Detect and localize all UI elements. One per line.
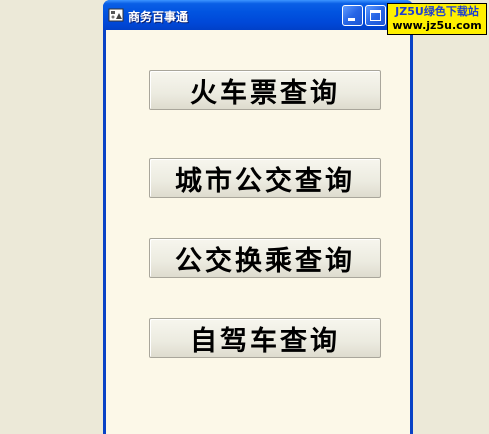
watermark-url: www.jz5u.com: [392, 19, 482, 32]
maximize-button[interactable]: [365, 5, 386, 26]
window-title: 商务百事通: [128, 10, 189, 24]
window-client-area: 火车票查询 城市公交查询 公交换乘查询 自驾车查询: [106, 30, 410, 434]
bus-transfer-query-button[interactable]: 公交换乘查询: [149, 238, 381, 278]
minimize-icon: [348, 18, 355, 21]
city-bus-query-label: 城市公交查询: [175, 165, 355, 197]
title-bar[interactable]: 商务百事通: [103, 0, 413, 30]
minimize-button[interactable]: [342, 5, 363, 26]
bus-transfer-query-label: 公交换乘查询: [175, 245, 355, 277]
desktop: 商务百事通 火车票查询 城市公交查询 公交换乘查询 自驾车查询 JZ5U绿色下载…: [0, 0, 489, 434]
train-ticket-query-button[interactable]: 火车票查询: [149, 70, 381, 110]
self-drive-query-label: 自驾车查询: [190, 325, 340, 357]
app-window: 商务百事通 火车票查询 城市公交查询 公交换乘查询 自驾车查询: [103, 0, 413, 434]
city-bus-query-button[interactable]: 城市公交查询: [149, 158, 381, 198]
app-icon: [108, 8, 124, 22]
self-drive-query-button[interactable]: 自驾车查询: [149, 318, 381, 358]
train-ticket-query-label: 火车票查询: [190, 77, 340, 109]
maximize-icon: [370, 10, 381, 21]
site-watermark: JZ5U绿色下载站 www.jz5u.com: [387, 3, 487, 35]
watermark-name: JZ5U绿色下载站: [395, 5, 479, 18]
